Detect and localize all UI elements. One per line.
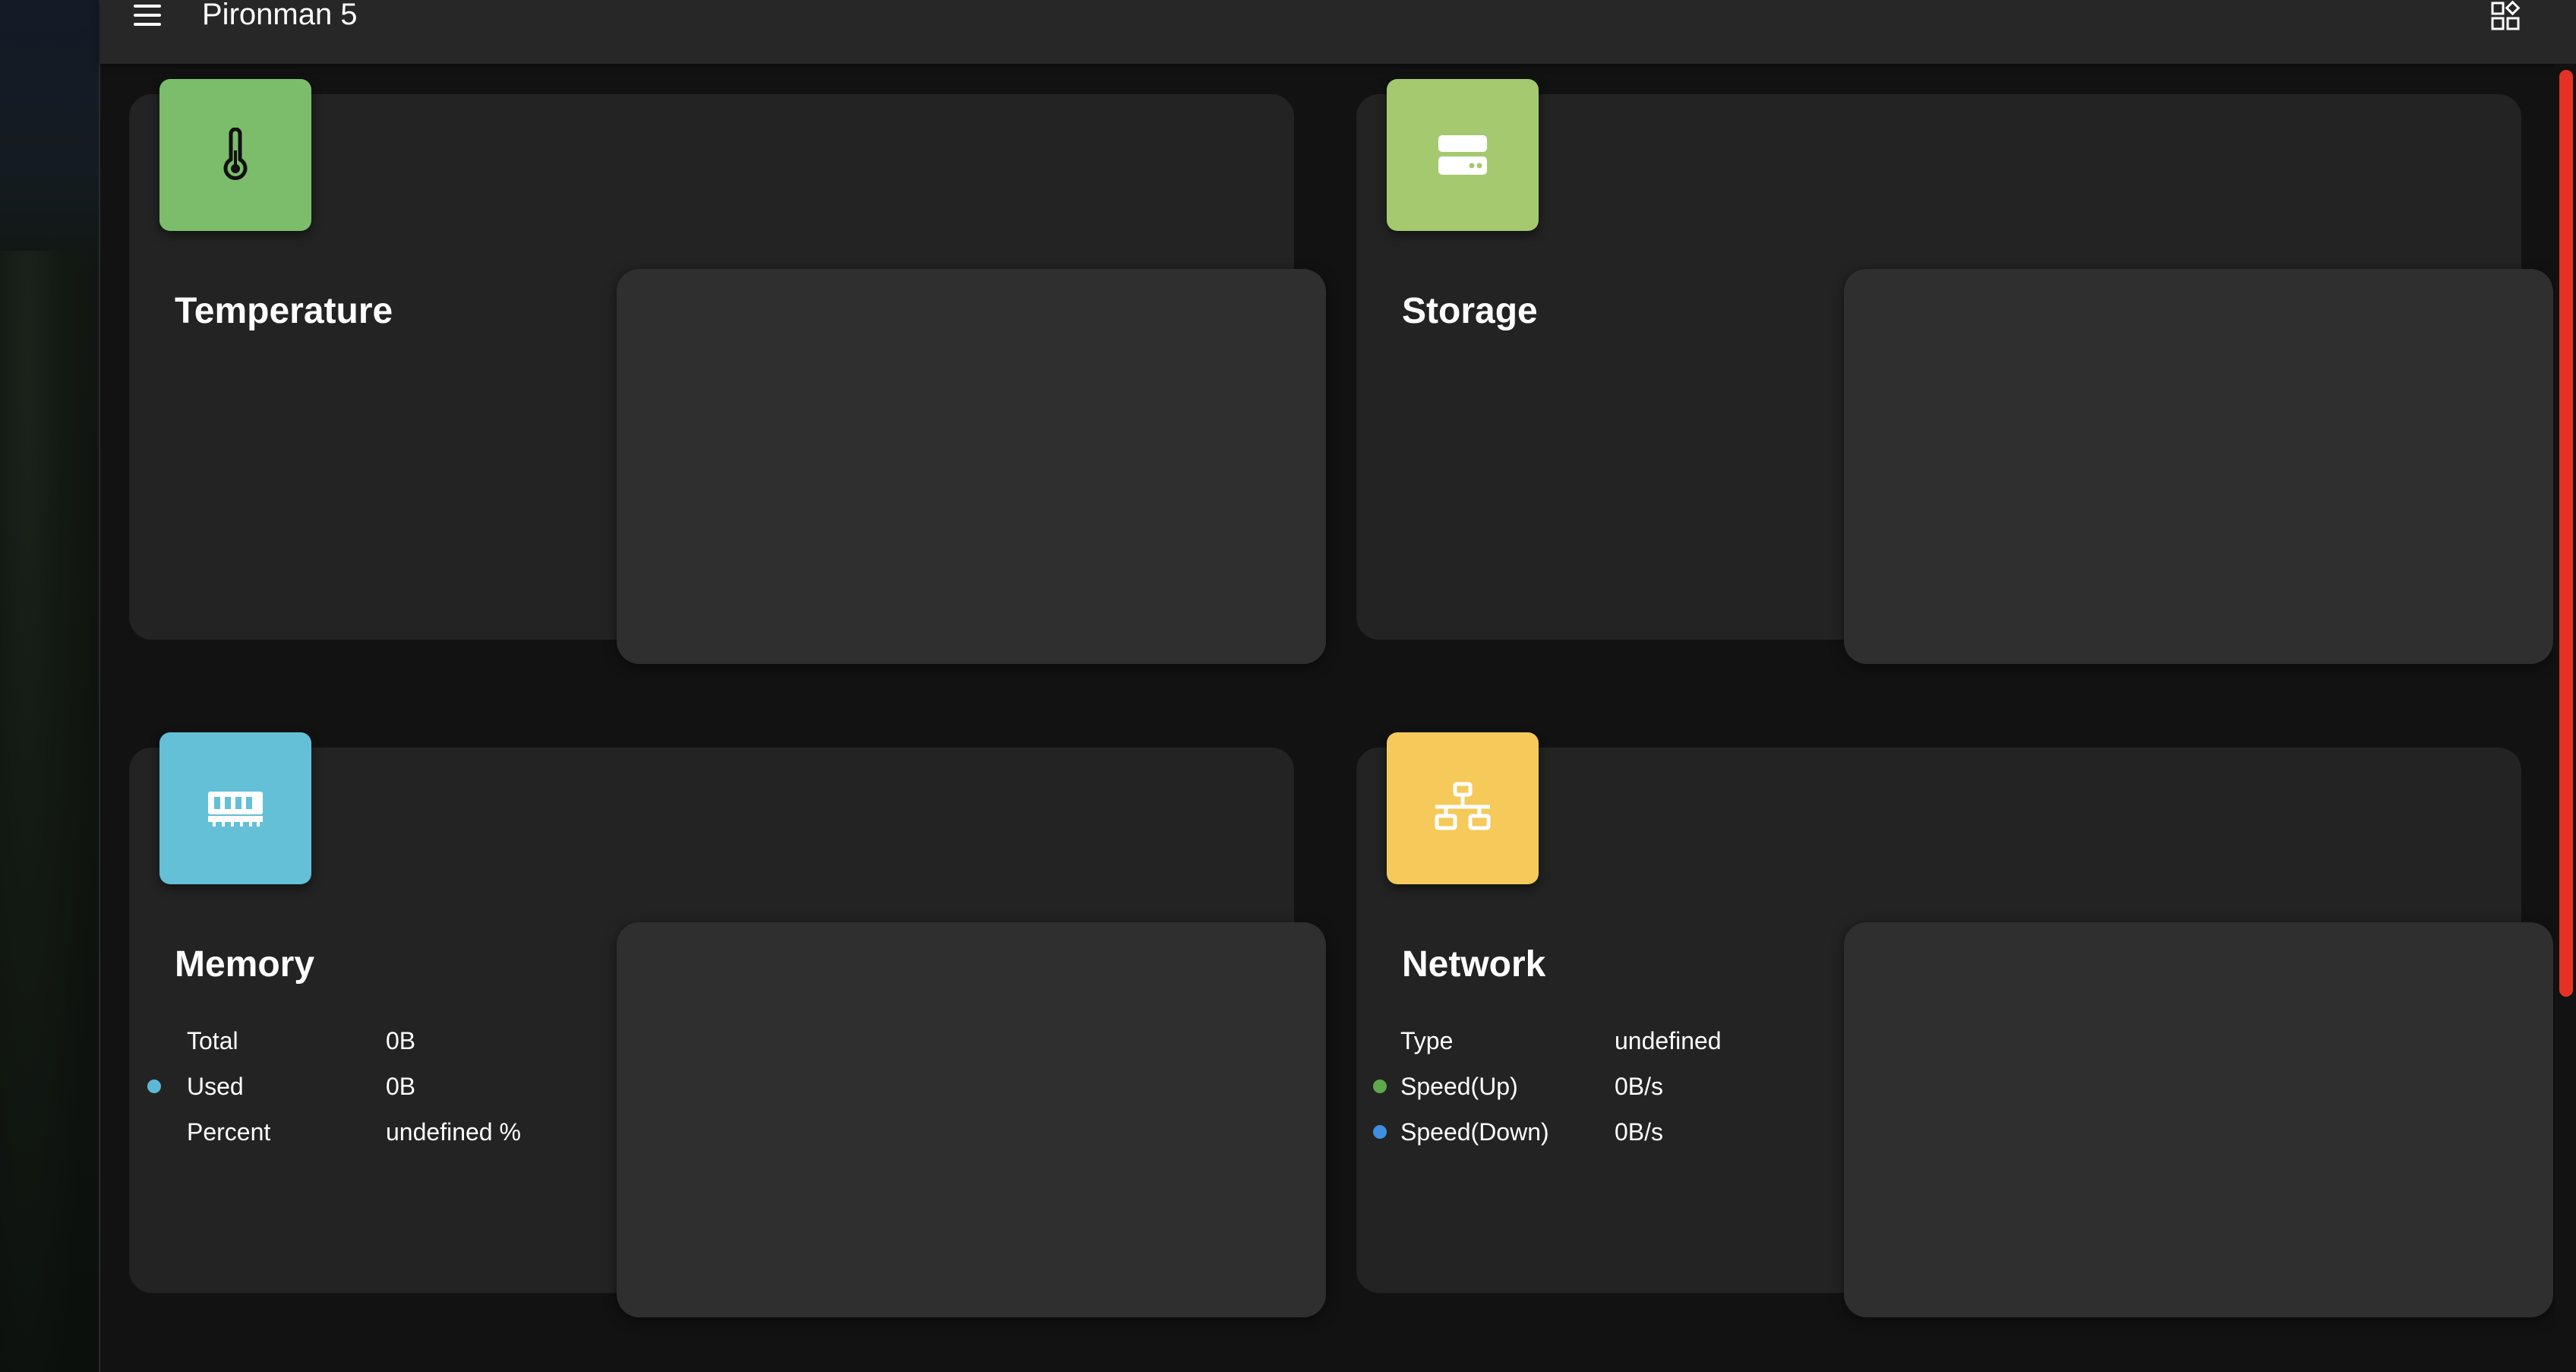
temperature-icon-tile	[159, 79, 311, 231]
memory-chart-panel	[617, 922, 1326, 1317]
network-icon-tile	[1387, 732, 1539, 884]
memory-stat-percent: Percent undefined %	[129, 1109, 615, 1155]
storage-icon-tile	[1387, 79, 1539, 231]
memory-stats: Total 0B Used 0B Percent undefined %	[129, 1018, 615, 1155]
network-icon	[1435, 782, 1491, 830]
stat-value: undefined	[1615, 1027, 1722, 1054]
stat-value: undefined %	[386, 1118, 521, 1146]
stat-label: Percent	[187, 1118, 271, 1146]
desktop-wallpaper-trees	[0, 251, 91, 1372]
app-title: Pironman 5	[202, 0, 358, 31]
legend-dot	[147, 1080, 161, 1093]
network-stat-type: Type undefined	[1356, 1018, 1842, 1064]
memory-stat-total: Total 0B	[129, 1018, 615, 1064]
hamburger-menu-icon[interactable]	[131, 2, 164, 30]
stat-label: Used	[187, 1073, 244, 1100]
storage-card: Storage	[1356, 79, 2553, 664]
storage-chart-panel	[1844, 269, 2553, 664]
network-title: Network	[1402, 944, 1546, 985]
temperature-chart-panel	[617, 269, 1326, 664]
network-stat-speed-down: Speed(Down) 0B/s	[1356, 1109, 1842, 1155]
stat-label: Type	[1400, 1027, 1454, 1054]
stat-label: Speed(Up)	[1400, 1073, 1518, 1100]
stat-label: Total	[187, 1027, 238, 1054]
storage-title: Storage	[1402, 291, 1538, 331]
network-chart-panel	[1844, 922, 2553, 1317]
memory-icon-tile	[159, 732, 311, 884]
stat-value: 0B	[386, 1027, 416, 1054]
app-bar: Pironman 5	[100, 0, 2576, 64]
network-stats: Type undefined Speed(Up) 0B/s Speed(Down…	[1356, 1018, 1842, 1155]
temperature-title: Temperature	[175, 291, 393, 331]
desktop-background	[0, 0, 99, 1372]
scrollbar-thumb[interactable]	[2559, 70, 2573, 997]
memory-chip-icon	[208, 792, 263, 827]
memory-card: Memory Total 0B Used 0B Percent undefine…	[129, 732, 1326, 1317]
memory-stat-used: Used 0B	[129, 1064, 615, 1109]
stat-value: 0B	[386, 1073, 416, 1100]
network-card: Network Type undefined Speed(Up) 0B/s Sp…	[1356, 732, 2553, 1317]
widget-grid-icon[interactable]	[2489, 0, 2523, 33]
stat-value: 0B/s	[1615, 1118, 1664, 1146]
vertical-scrollbar[interactable]	[2555, 64, 2576, 1372]
legend-dot	[1373, 1080, 1387, 1093]
app-window: Pironman 5 Temperature Storage Memory To…	[99, 0, 2576, 1372]
stat-value: 0B/s	[1615, 1073, 1664, 1100]
memory-title: Memory	[175, 944, 315, 985]
temperature-card: Temperature	[129, 79, 1326, 664]
hard-drive-icon	[1438, 135, 1487, 175]
thermometer-icon	[223, 128, 248, 181]
stat-label: Speed(Down)	[1400, 1118, 1549, 1146]
legend-dot	[1373, 1125, 1387, 1139]
network-stat-speed-up: Speed(Up) 0B/s	[1356, 1064, 1842, 1109]
